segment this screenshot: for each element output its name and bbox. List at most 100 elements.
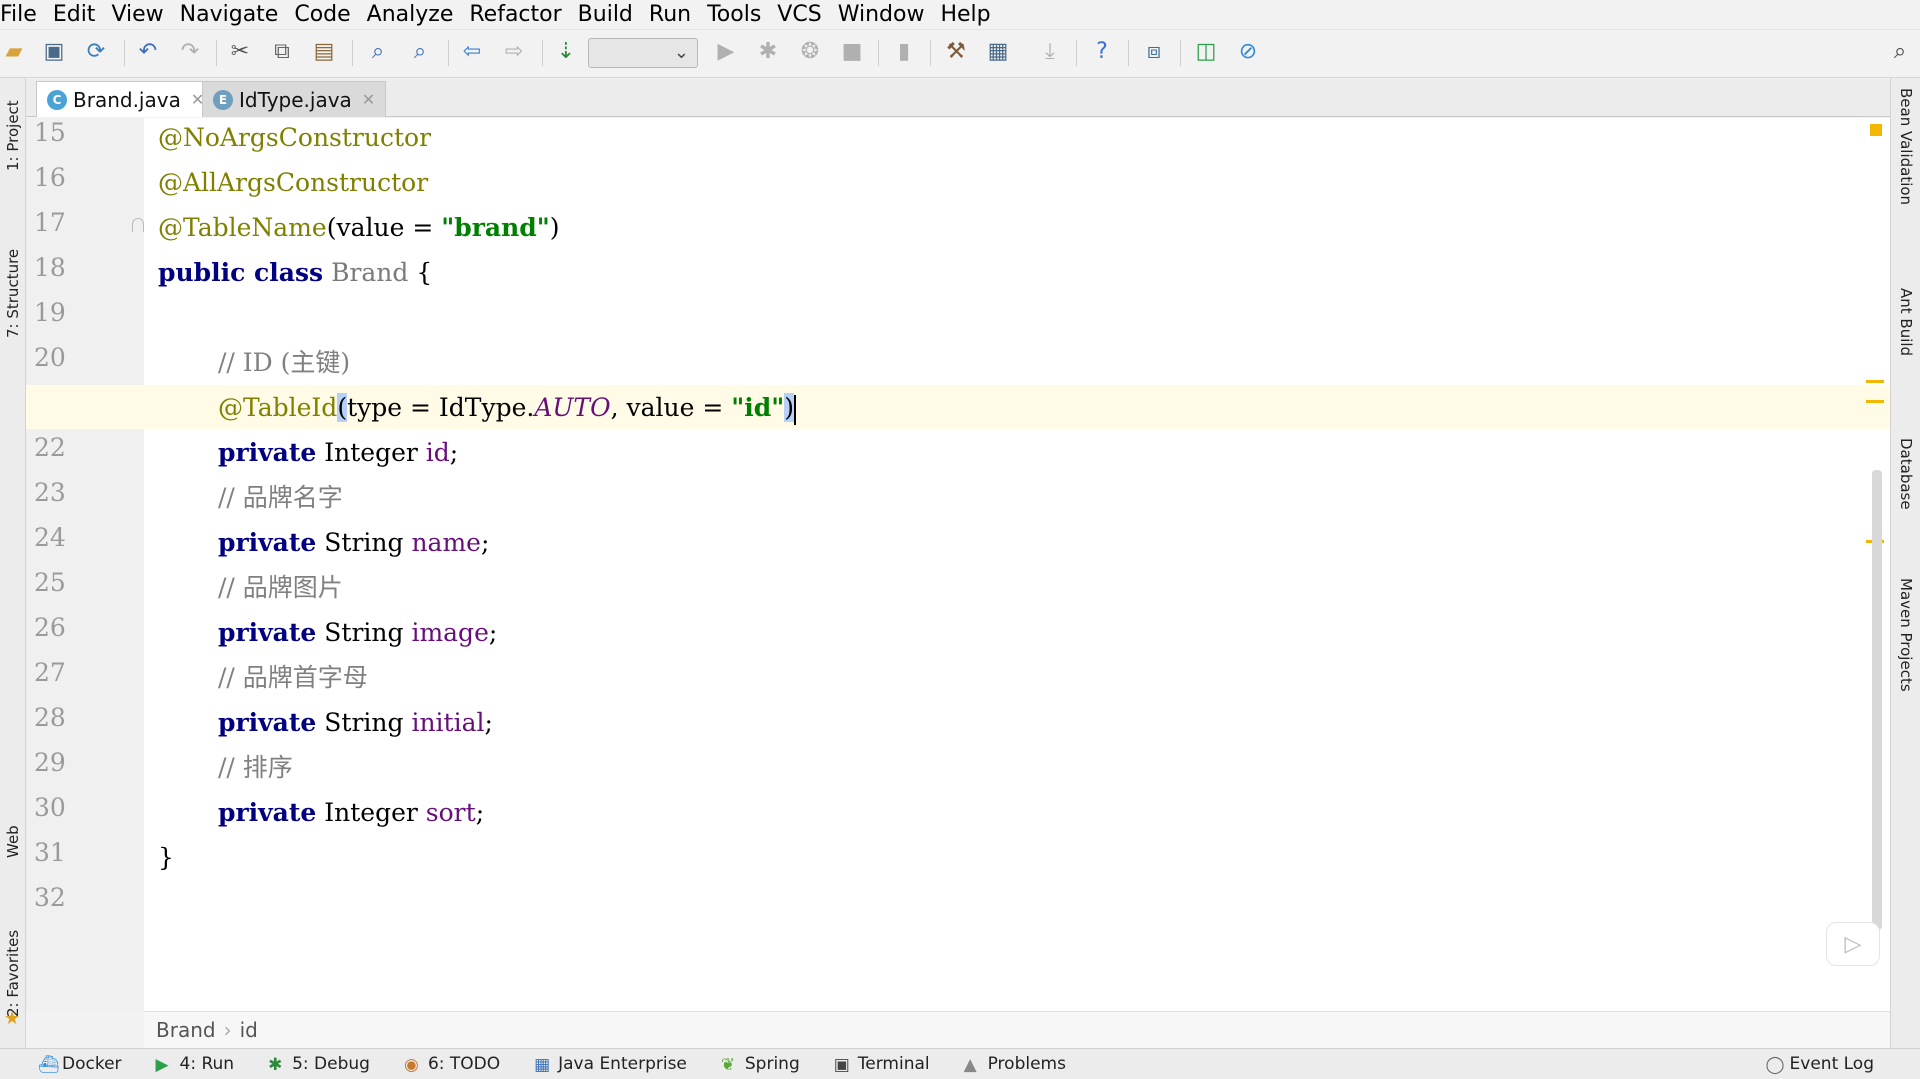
line-number: 17 (34, 208, 66, 237)
code-line-22: private Integer id; (218, 433, 458, 473)
sync-icon[interactable]: ⟳ (82, 38, 110, 66)
tool-tab-docker[interactable]: ⛴ Docker (38, 1054, 122, 1075)
code-line-20: // ID (主键) (218, 343, 350, 383)
vcs-icon[interactable]: ⧈ (1140, 38, 1168, 66)
line-number: 19 (34, 298, 66, 327)
redo-icon[interactable]: ↷ (176, 38, 204, 66)
cut-icon[interactable]: ✂ (226, 38, 254, 66)
tool-tab-java-enterprise[interactable]: ▦ Java Enterprise (534, 1054, 687, 1075)
tool-tab-web[interactable]: Web (0, 802, 26, 882)
tool-tab-terminal[interactable]: ▣ Terminal (834, 1054, 930, 1075)
search-everywhere-icon[interactable]: ⌕ (1886, 38, 1914, 66)
code-text: ; (488, 618, 498, 647)
code-line-31: } (158, 838, 174, 878)
line-number: 31 (34, 838, 66, 867)
open-icon[interactable]: ▰ (0, 38, 28, 66)
vertical-scrollbar[interactable] (1872, 470, 1882, 930)
build-icon[interactable]: ⇣ (552, 38, 580, 66)
menu-window[interactable]: Window (838, 0, 933, 30)
menu-build[interactable]: Build (578, 0, 641, 30)
structure-icon[interactable]: ▦ (984, 38, 1012, 66)
menu-edit[interactable]: Edit (53, 0, 104, 30)
comment: // 排序 (218, 753, 293, 782)
play-overlay-icon[interactable]: ▷ (1826, 922, 1880, 966)
error-stripe-marker[interactable] (1866, 380, 1884, 383)
code-line-28: private String initial; (218, 703, 493, 743)
menu-file[interactable]: File (0, 0, 45, 30)
help-icon[interactable]: ? (1088, 38, 1116, 66)
replace-icon[interactable]: ⌕ (406, 38, 434, 66)
matched-bracket: ( (337, 393, 348, 422)
tool-tab-database[interactable]: Database (1893, 438, 1919, 548)
disable-icon[interactable]: ⊘ (1234, 38, 1262, 66)
menu-vcs[interactable]: VCS (777, 0, 829, 30)
copy-icon[interactable]: ⧉ (268, 38, 296, 66)
tool-tab-label: 5: Debug (292, 1054, 370, 1074)
tool-tab-event-log[interactable]: ◯ Event Log (1766, 1054, 1874, 1075)
menu-code[interactable]: Code (294, 0, 358, 30)
tool-tab-ant-build[interactable]: Ant Build (1893, 288, 1919, 398)
type-name: String (316, 528, 412, 557)
code-editor[interactable]: @NoArgsConstructor @AllArgsConstructor @… (26, 118, 1890, 1011)
tool-tab-debug[interactable]: ✱ 5: Debug (268, 1054, 370, 1075)
tool-tab-project[interactable]: 1: Project (0, 86, 26, 186)
debug-icon: ✱ (268, 1055, 283, 1075)
line-number: 25 (34, 568, 66, 597)
close-icon[interactable]: ✕ (362, 90, 375, 109)
run-configuration-select[interactable]: ⌄ (588, 38, 698, 68)
menu-navigate[interactable]: Navigate (180, 0, 287, 30)
debug-icon[interactable]: ✱ (754, 38, 782, 66)
class-file-icon: C (47, 89, 67, 110)
undo-icon[interactable]: ↶ (134, 38, 162, 66)
menu-tools[interactable]: Tools (707, 0, 769, 30)
menu-run[interactable]: Run (649, 0, 699, 30)
tab-idtype-java[interactable]: E IdType.java ✕ (202, 81, 387, 117)
code-line-15: @NoArgsConstructor (158, 118, 431, 158)
toolbar-separator (352, 40, 353, 66)
todo-icon: ◉ (403, 1055, 419, 1075)
line-number-gutter: 15 16 17 18 19 20 21 22 23 24 25 26 27 2… (26, 118, 144, 1011)
paste-icon[interactable]: ▤ (310, 38, 338, 66)
inspection-status-icon[interactable] (1870, 124, 1882, 136)
comment: // 品牌图片 (218, 573, 343, 602)
menu-view[interactable]: View (111, 0, 171, 30)
code-line-16: @AllArgsConstructor (158, 163, 428, 203)
tool-tab-bean-validation[interactable]: Bean Validation (1893, 88, 1919, 238)
tool-tab-spring[interactable]: ❦ Spring (721, 1054, 800, 1075)
tool-tab-todo[interactable]: ◉ 6: TODO (403, 1054, 500, 1075)
back-icon[interactable]: ⇦ (458, 38, 486, 66)
stop-icon[interactable]: ■ (838, 38, 866, 66)
fold-icon[interactable] (132, 218, 144, 232)
tab-brand-java[interactable]: C Brand.java ✕ (36, 81, 216, 117)
coverage-icon[interactable]: ❂ (796, 38, 824, 66)
java-enterprise-icon: ▦ (534, 1055, 551, 1075)
sdk-icon[interactable]: ⤓ (1036, 38, 1064, 66)
tool-tab-problems[interactable]: ▲ Problems (964, 1054, 1066, 1075)
menu-analyze[interactable]: Analyze (367, 0, 462, 30)
tool-tab-structure[interactable]: 7: Structure (0, 228, 26, 358)
menu-refactor[interactable]: Refactor (469, 0, 569, 30)
star-icon: ★ (4, 1008, 21, 1029)
save-icon[interactable]: ▣ (40, 38, 68, 66)
find-icon[interactable]: ⌕ (364, 38, 392, 66)
menu-help[interactable]: Help (940, 0, 998, 30)
tool-tab-label: Ant Build (1897, 288, 1915, 357)
breadcrumb-item-class[interactable]: Brand (156, 1018, 216, 1042)
tool-tab-maven-projects[interactable]: Maven Projects (1893, 578, 1919, 728)
settings-icon[interactable]: ⚒ (942, 38, 970, 66)
forward-icon[interactable]: ⇨ (500, 38, 528, 66)
monitor-icon[interactable]: ◫ (1192, 38, 1220, 66)
toolbar-separator (1076, 40, 1077, 66)
run-icon[interactable]: ▶ (712, 38, 740, 66)
breadcrumb-item-field[interactable]: id (240, 1018, 258, 1042)
code-line-23: // 品牌名字 (218, 478, 343, 518)
tool-tab-label: 7: Structure (4, 248, 22, 338)
tool-tab-run[interactable]: ▶ 4: Run (156, 1054, 235, 1075)
attach-icon[interactable]: ▮ (890, 38, 918, 66)
line-number: 24 (34, 523, 66, 552)
type-name: Integer (316, 798, 426, 827)
error-stripe-marker[interactable] (1866, 400, 1884, 403)
left-tool-strip: 1: Project 7: Structure Web 2: Favorites… (0, 78, 26, 1048)
type-name: String (316, 618, 412, 647)
comment: // 品牌名字 (218, 483, 343, 512)
